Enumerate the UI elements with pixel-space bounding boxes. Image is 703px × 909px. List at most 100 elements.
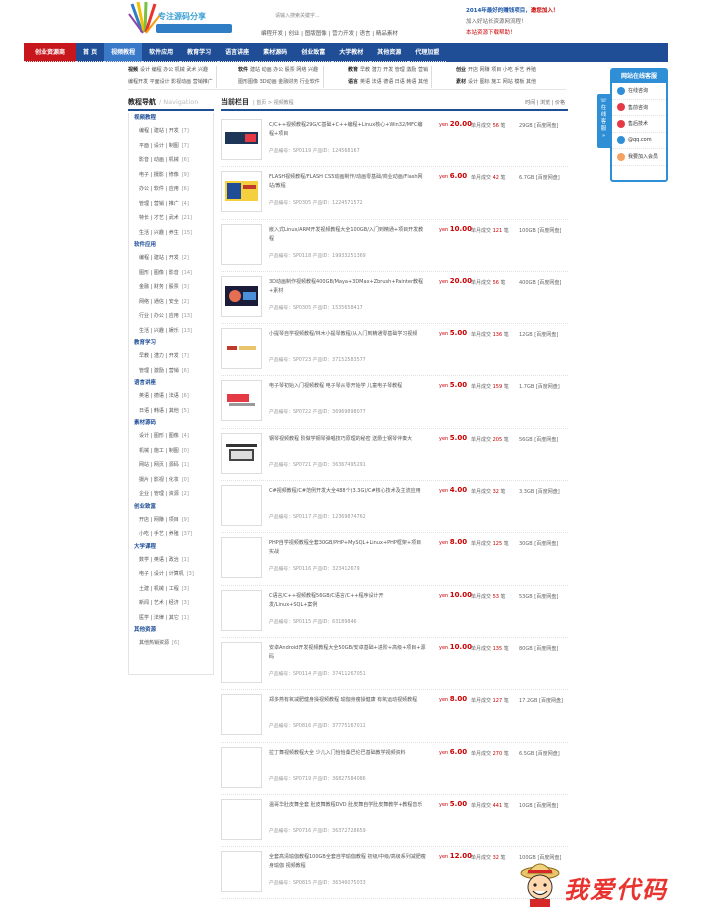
subcat-head[interactable]: 素材: [456, 79, 466, 85]
subcat-links[interactable]: 建站 动画 办公 股票 网络 兴趣: [250, 67, 318, 73]
sidebar-category[interactable]: 软件应用: [129, 240, 213, 251]
sidebar-item[interactable]: 生活 | 兴趣 | 养生 [15]: [129, 226, 213, 241]
quick-link[interactable]: 精品素材: [376, 31, 398, 37]
product-thumbnail[interactable]: [221, 380, 262, 422]
product-title[interactable]: 电子琴初始入门视频教程 电子琴从零开始学 儿童电子琴教程: [269, 382, 426, 391]
sort-option[interactable]: 浏览: [540, 100, 550, 106]
sidebar-item[interactable]: 日语 | 韩语 | 其他 [5]: [129, 404, 213, 419]
breadcrumb[interactable]: | 首页 > 视频教程: [253, 100, 294, 106]
sidebar-item[interactable]: 编程 | 建站 | 开发 [2]: [129, 251, 213, 266]
subcat-head[interactable]: 语言: [348, 79, 358, 85]
subcat-row[interactable]: 教育 早教 潜力 开发 管理 激励 营销: [348, 64, 428, 76]
nav-item[interactable]: 创业致富: [294, 43, 333, 62]
promo-help-link[interactable]: 本站资源下载帮助！: [466, 28, 558, 39]
sidebar-category[interactable]: 语言讲座: [129, 378, 213, 389]
product-thumbnail[interactable]: [221, 275, 262, 317]
sidebar-item[interactable]: 电子 | 摄影 | 修像 [9]: [129, 168, 213, 183]
subcat-row[interactable]: 图形图像 3D动画 金融财务 行业软件: [238, 76, 320, 88]
sidebar-category[interactable]: 素材源码: [129, 418, 213, 429]
sidebar-category[interactable]: 其他资源: [129, 625, 213, 636]
sidebar-item[interactable]: 小吃 | 手艺 | 养殖 [37]: [129, 527, 213, 542]
sidebar-item[interactable]: 摄片 | 影视 | 化妆 [0]: [129, 473, 213, 488]
product-title[interactable]: 小提琴自学视频教程/林木小提琴教程/从入门到精通零基础学习视频: [269, 330, 426, 339]
panel-row[interactable]: @qq.com: [612, 133, 666, 149]
product-thumbnail[interactable]: [221, 485, 262, 527]
panel-row[interactable]: 售后技术: [612, 116, 666, 133]
subcat-links[interactable]: 英语 法语 德语 日语 韩语 其他: [360, 79, 428, 85]
sidebar-item[interactable]: 行业 | 办公 | 应用 [13]: [129, 309, 213, 324]
product-title[interactable]: 温哥华肚皮舞全套 肚皮舞教程DVD 肚皮舞自学肚皮舞教学+教程音乐: [269, 801, 426, 810]
sidebar-item[interactable]: 影音 | 动画 | 机械 [6]: [129, 153, 213, 168]
product-thumbnail[interactable]: [221, 851, 262, 893]
nav-item[interactable]: 代理加盟: [408, 43, 447, 62]
product-thumbnail[interactable]: [221, 537, 262, 579]
nav-item[interactable]: 创业资源商: [24, 43, 77, 62]
product-thumbnail[interactable]: [221, 589, 262, 631]
product-thumbnail[interactable]: [221, 119, 262, 160]
subcat-head[interactable]: 视频: [128, 67, 138, 73]
product-title[interactable]: 全套高清瑜伽教程100GB全套自学瑜伽教程 初级/中级/高级系列减肥瘦身瑜伽 视…: [269, 853, 426, 871]
sidebar-item[interactable]: 平面 | 设计 | 制图 [7]: [129, 139, 213, 154]
product-thumbnail[interactable]: [221, 223, 262, 265]
sidebar-item[interactable]: 英语 | 德语 | 法语 [6]: [129, 389, 213, 404]
sidebar-item[interactable]: 办公 | 软件 | 应用 [6]: [129, 182, 213, 197]
quick-link[interactable]: 营力开发: [332, 31, 354, 37]
sidebar-item[interactable]: 医学 | 法律 | 其它 [1]: [129, 611, 213, 626]
subcat-head[interactable]: 创业: [456, 67, 466, 73]
quick-link[interactable]: 语言: [360, 31, 371, 37]
nav-item[interactable]: 首 页: [76, 43, 105, 62]
nav-item[interactable]: 大学教材: [332, 43, 371, 62]
online-service-tab[interactable]: ☏ 在线客服»: [597, 94, 610, 148]
sidebar-item[interactable]: 生活 | 兴趣 | 娱乐 [13]: [129, 324, 213, 339]
subcat-links[interactable]: 早教 潜力 开发 管理 激励 营销: [360, 67, 428, 73]
nav-item[interactable]: 语言讲座: [218, 43, 257, 62]
sidebar-item[interactable]: 企业 | 管理 | 资源 [2]: [129, 487, 213, 502]
sidebar-item[interactable]: 编程 | 建站 | 开发 [7]: [129, 124, 213, 139]
quick-link[interactable]: 编程开发: [261, 31, 283, 37]
sidebar-item[interactable]: 开店 | 网赚 | 项目 [9]: [129, 513, 213, 528]
sidebar-item[interactable]: 机械 | 施工 | 制图 [0]: [129, 444, 213, 459]
subcat-row[interactable]: 编程开发 平面设计 影视动画 营销推广: [128, 76, 213, 88]
sidebar-item[interactable]: 图形 | 图像 | 影音 [14]: [129, 266, 213, 281]
product-title[interactable]: 3D动画制作视频教程400GB/Maya+3DMax+Zbrush+Painte…: [269, 278, 426, 296]
nav-item[interactable]: 素材源码: [256, 43, 295, 62]
sidebar-category[interactable]: 创业致富: [129, 502, 213, 513]
product-title[interactable]: C语言/C++视频教程56GB/C语言/C++程序设计开发/Linux+SQL+…: [269, 592, 426, 610]
product-thumbnail[interactable]: [221, 641, 262, 683]
subcat-links[interactable]: 编程开发 平面设计 影视动画 营销推广: [128, 79, 213, 85]
nav-item[interactable]: 软件应用: [142, 43, 181, 62]
subcat-row[interactable]: 语言 英语 法语 德语 日语 韩语 其他: [348, 76, 428, 88]
sidebar-item[interactable]: 管理 | 营销 | 推广 [4]: [129, 197, 213, 212]
quick-link[interactable]: 创业: [288, 31, 299, 37]
product-title[interactable]: 拉丁舞视频教程大全 少儿入门恰恰桑巴伦巴基础教学视频资料: [269, 749, 426, 758]
subcat-links[interactable]: 开店 网赚 项目 小吃 手艺 养殖: [468, 67, 536, 73]
site-logo[interactable]: 专注源码分享: [128, 2, 248, 40]
nav-item[interactable]: 视频教程: [104, 43, 143, 62]
sidebar-item[interactable]: 管理 | 激励 | 营销 [6]: [129, 364, 213, 379]
product-thumbnail[interactable]: [221, 694, 262, 736]
subcat-row[interactable]: 素材 设计 图标 施工 网站 模板 其他: [456, 76, 536, 88]
product-title[interactable]: C/C++视频教程29G/C基础+C++编程+Linux核心+Win32/MFC…: [269, 121, 426, 139]
sidebar-item[interactable]: 特长 | 才艺 | 武术 [21]: [129, 211, 213, 226]
panel-row[interactable]: 我要加入会员: [612, 149, 666, 166]
subcat-row[interactable]: 视频 设计 编程 办公 机械 武术 兴趣: [128, 64, 213, 76]
subcat-links[interactable]: 设计 图标 施工 网站 模板 其他: [468, 79, 536, 85]
nav-item[interactable]: 教育学习: [180, 43, 219, 62]
sidebar-item[interactable]: 其他热销资源 [6]: [129, 636, 213, 651]
sidebar-item[interactable]: 网站 | 网页 | 源码 [1]: [129, 458, 213, 473]
product-thumbnail[interactable]: [221, 432, 262, 474]
product-title[interactable]: C#视频教程/C#范例开发大全488个(3.3G)/C#核心技术及主流应用: [269, 487, 426, 496]
product-title[interactable]: PHP自学视频教程全套30GB/PHP+MySQL+Linux+PHP框架+项目…: [269, 539, 426, 557]
sidebar-category[interactable]: 教育学习: [129, 338, 213, 349]
sidebar-item[interactable]: 设计 | 图形 | 图像 [4]: [129, 429, 213, 444]
product-title[interactable]: 郑多燕有氧减肥健身操视频教程 瑜伽身瘦操健康 有氧运动视频教程: [269, 696, 426, 705]
product-thumbnail[interactable]: [221, 328, 262, 370]
panel-row[interactable]: 在线咨询: [612, 83, 666, 100]
product-title[interactable]: 钢琴视频教程 阶做学钢琴弹唱技巧原理的秘密 送爵士钢琴伴奏大: [269, 435, 426, 444]
sidebar-item[interactable]: 数学 | 英语 | 政治 [1]: [129, 553, 213, 568]
sidebar-item[interactable]: 新闻 | 艺术 | 经济 [3]: [129, 596, 213, 611]
product-thumbnail[interactable]: [221, 798, 262, 840]
sidebar-item[interactable]: 金融 | 财务 | 股票 [3]: [129, 280, 213, 295]
product-title[interactable]: 安卓Android开发视频教程大全50GB/安卓基础+进阶+高级+项目+源码: [269, 644, 426, 662]
subcat-head[interactable]: 软件: [238, 67, 248, 73]
